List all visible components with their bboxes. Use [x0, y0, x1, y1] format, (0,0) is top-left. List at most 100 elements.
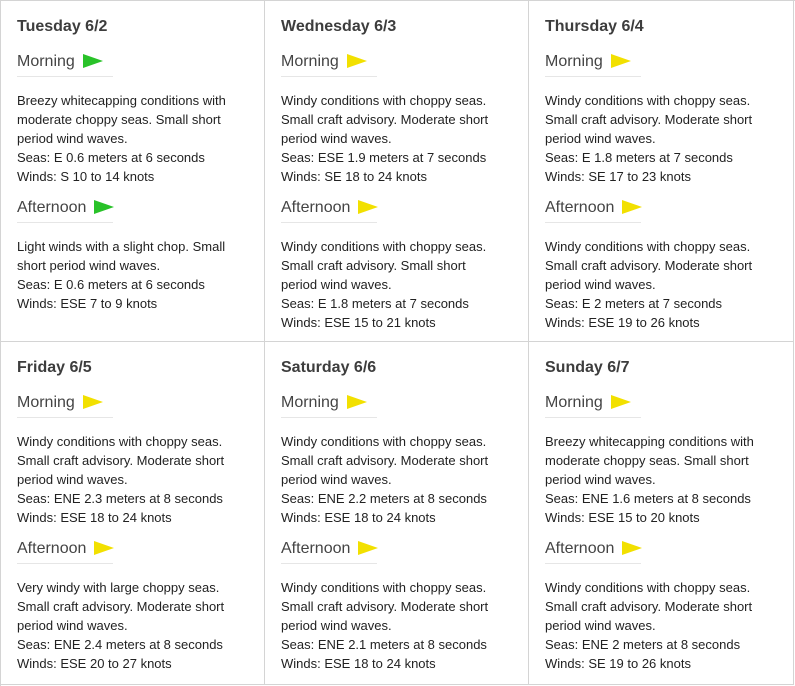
morning-header: Morning — [281, 48, 377, 77]
description-line: period wind waves. — [545, 472, 656, 487]
afternoon-label: Afternoon — [17, 199, 87, 216]
morning-label: Morning — [281, 53, 339, 70]
seas-text: Seas: E 1.8 meters at 7 seconds — [545, 150, 733, 165]
morning-description: Breezy whitecapping conditions with moder… — [545, 432, 777, 527]
description-line: Windy conditions with choppy seas. — [545, 580, 751, 595]
description-line: period wind waves. — [281, 277, 392, 292]
day-card: Sunday 6/7 Morning Breezy whitecapping con… — [529, 342, 794, 685]
yellow-flag-icon — [94, 541, 115, 555]
afternoon-header: Afternoon — [545, 535, 643, 564]
description-line: Windy conditions with choppy seas. — [281, 93, 487, 108]
description-line: period wind waves. — [17, 472, 128, 487]
description-line: Windy conditions with choppy seas. — [545, 239, 751, 254]
winds-text: Winds: S 10 to 14 knots — [17, 169, 155, 184]
morning-description: Breezy whitecapping conditions with moder… — [17, 91, 248, 186]
description-line: Small craft advisory. Moderate short — [545, 258, 753, 273]
afternoon-description: Windy conditions with choppy seas. Small … — [281, 578, 512, 673]
winds-text: Winds: ESE 18 to 24 knots — [17, 510, 172, 525]
day-title: Wednesday 6/3 — [281, 18, 397, 35]
description-line: Small craft advisory. Moderate short — [281, 453, 489, 468]
description-line: period wind waves. — [17, 131, 128, 146]
winds-text: Winds: ESE 7 to 9 knots — [17, 296, 158, 311]
description-line: Breezy whitecapping conditions with — [545, 434, 754, 449]
morning-header: Morning — [17, 48, 113, 77]
afternoon-header: Afternoon — [545, 194, 643, 223]
yellow-flag-icon — [358, 200, 379, 214]
description-line: moderate choppy seas. Small short — [17, 112, 221, 127]
yellow-flag-icon — [622, 200, 643, 214]
seas-text: Seas: ESE 1.9 meters at 7 seconds — [281, 150, 487, 165]
afternoon-header: Afternoon — [281, 194, 379, 223]
description-line: Small craft advisory. Moderate short — [281, 112, 489, 127]
description-line: Windy conditions with choppy seas. — [281, 434, 487, 449]
afternoon-label: Afternoon — [545, 199, 615, 216]
morning-label: Morning — [17, 53, 75, 70]
description-line: Breezy whitecapping conditions with — [17, 93, 226, 108]
winds-text: Winds: SE 17 to 23 knots — [545, 169, 691, 184]
afternoon-description: Light winds with a slight chop. Small sho… — [17, 237, 248, 313]
day-title: Tuesday 6/2 — [17, 18, 108, 35]
seas-text: Seas: ENE 2 meters at 8 seconds — [545, 637, 741, 652]
afternoon-description: Windy conditions with choppy seas. Small … — [545, 578, 777, 673]
description-line: Small craft advisory. Moderate short — [281, 599, 489, 614]
description-line: Small craft advisory. Moderate short — [17, 453, 225, 468]
description-line: Small craft advisory. Moderate short — [545, 599, 753, 614]
description-line: period wind waves. — [545, 277, 656, 292]
morning-label: Morning — [545, 394, 603, 411]
seas-text: Seas: ENE 2.1 meters at 8 seconds — [281, 637, 487, 652]
morning-header: Morning — [545, 389, 641, 418]
seas-text: Seas: ENE 1.6 meters at 8 seconds — [545, 491, 751, 506]
seas-text: Seas: ENE 2.3 meters at 8 seconds — [17, 491, 223, 506]
seas-text: Seas: E 2 meters at 7 seconds — [545, 296, 723, 311]
description-line: short period wind waves. — [17, 258, 161, 273]
yellow-flag-icon — [622, 541, 643, 555]
afternoon-header: Afternoon — [17, 535, 115, 564]
day-card: Tuesday 6/2 Morning Breezy whitecapping co… — [1, 1, 265, 342]
forecast-grid: Tuesday 6/2 Morning Breezy whitecapping co… — [0, 0, 795, 686]
winds-text: Winds: ESE 18 to 24 knots — [281, 656, 436, 671]
description-line: Very windy with large choppy seas. — [17, 580, 220, 595]
yellow-flag-icon — [82, 395, 103, 409]
seas-text: Seas: ENE 2.2 meters at 8 seconds — [281, 491, 487, 506]
description-line: Windy conditions with choppy seas. — [281, 580, 487, 595]
day-card: Saturday 6/6 Morning Windy conditions with… — [265, 342, 529, 685]
day-title: Sunday 6/7 — [545, 359, 630, 376]
seas-text: Seas: ENE 2.4 meters at 8 seconds — [17, 637, 223, 652]
morning-label: Morning — [281, 394, 339, 411]
seas-text: Seas: E 1.8 meters at 7 seconds — [281, 296, 469, 311]
morning-description: Windy conditions with choppy seas. Small … — [545, 91, 777, 186]
description-line: period wind waves. — [281, 131, 392, 146]
description-line: period wind waves. — [17, 618, 128, 633]
day-card: Wednesday 6/3 Morning Windy conditions wit… — [265, 1, 529, 342]
description-line: period wind waves. — [545, 131, 656, 146]
description-line: period wind waves. — [281, 472, 392, 487]
yellow-flag-icon — [610, 395, 631, 409]
day-card: Friday 6/5 Morning Windy conditions with c… — [1, 342, 265, 685]
morning-description: Windy conditions with choppy seas. Small … — [17, 432, 248, 527]
afternoon-label: Afternoon — [281, 540, 351, 557]
description-line: Windy conditions with choppy seas. — [545, 93, 751, 108]
green-flag-icon — [94, 200, 115, 214]
description-line: Small craft advisory. Moderate short — [545, 112, 753, 127]
afternoon-header: Afternoon — [17, 194, 115, 223]
description-line: Small craft advisory. Small short — [281, 258, 466, 273]
yellow-flag-icon — [346, 54, 367, 68]
day-card: Thursday 6/4 Morning Windy conditions with… — [529, 1, 794, 342]
winds-text: Winds: ESE 20 to 27 knots — [17, 656, 172, 671]
winds-text: Winds: ESE 15 to 20 knots — [545, 510, 700, 525]
morning-header: Morning — [281, 389, 377, 418]
yellow-flag-icon — [610, 54, 631, 68]
morning-header: Morning — [17, 389, 113, 418]
seas-text: Seas: E 0.6 meters at 6 seconds — [17, 150, 205, 165]
winds-text: Winds: SE 19 to 26 knots — [545, 656, 691, 671]
morning-label: Morning — [545, 53, 603, 70]
description-line: Small craft advisory. Moderate short — [17, 599, 225, 614]
description-line: Light winds with a slight chop. Small — [17, 239, 226, 254]
description-line: Windy conditions with choppy seas. — [281, 239, 487, 254]
description-line: period wind waves. — [281, 618, 392, 633]
afternoon-header: Afternoon — [281, 535, 379, 564]
morning-label: Morning — [17, 394, 75, 411]
afternoon-label: Afternoon — [17, 540, 87, 557]
afternoon-label: Afternoon — [545, 540, 615, 557]
day-title: Saturday 6/6 — [281, 359, 377, 376]
